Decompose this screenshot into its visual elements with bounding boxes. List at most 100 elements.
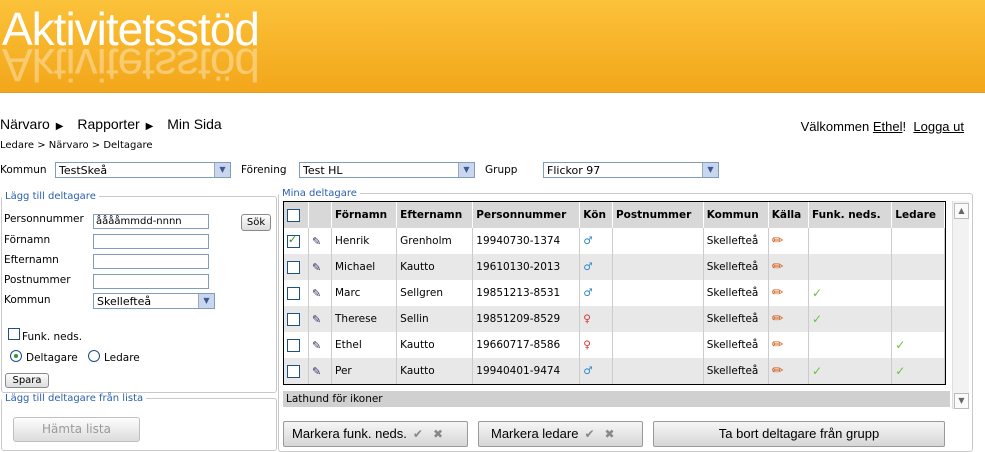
kommun-select[interactable]: Skellefteå ▼ <box>93 293 215 309</box>
fetch-list-button[interactable]: Hämta lista <box>13 417 140 442</box>
cell-postnummer <box>612 254 704 280</box>
kommun-filter-select[interactable]: TestSkeå ▼ <box>55 162 231 178</box>
col-fornamn[interactable]: Förnamn <box>331 202 398 228</box>
cell-efternamn: Sellin <box>396 306 474 332</box>
radio-ledare-label: Ledare <box>104 352 140 364</box>
radio-ledare[interactable] <box>88 350 100 362</box>
mark-ledare-button[interactable]: Markera ledare ✔ ✖ <box>478 421 643 447</box>
cell-kommun: Skellefteå <box>703 358 769 384</box>
pencil-icon[interactable]: ✎ <box>312 235 321 248</box>
personnummer-input[interactable]: ååååmmdd-nnnn <box>93 214 209 229</box>
participants-table: Förnamn Efternamn Personnummer Kön Postn… <box>283 201 946 385</box>
close-icon: ✖ <box>604 427 615 441</box>
row-checkbox[interactable] <box>287 260 300 274</box>
search-button[interactable]: Sök <box>241 214 271 231</box>
my-participants-legend: Mina deltagare <box>282 188 357 199</box>
nav-item-rapporter[interactable]: Rapporter <box>77 116 139 132</box>
mark-funk-button[interactable]: Markera funk. neds. ✔ ✖ <box>283 421 468 447</box>
pencil-icon[interactable]: ✎ <box>312 261 321 274</box>
pencil-source-icon: ✏ <box>771 259 784 275</box>
col-funk[interactable]: Funk. neds. <box>808 202 893 228</box>
col-efternamn[interactable]: Efternamn <box>396 202 474 228</box>
postnummer-input[interactable] <box>93 274 209 289</box>
row-checkbox[interactable] <box>287 364 300 378</box>
col-kalla[interactable]: Källa <box>768 202 809 228</box>
cell-kommun: Skellefteå <box>703 254 769 280</box>
nav-arrow-icon: ▶ <box>55 121 64 132</box>
select-all-checkbox[interactable] <box>287 208 300 222</box>
nav-item-narvaro[interactable]: Närvaro <box>0 116 50 132</box>
cell-efternamn: Sellgren <box>396 280 474 306</box>
cell-personnummer: 19851209-8529 <box>472 306 581 332</box>
nav-arrow-icon: ▶ <box>145 121 154 132</box>
scroll-up-icon[interactable]: ▲ <box>954 203 969 219</box>
col-postnummer[interactable]: Postnummer <box>612 202 704 228</box>
pencil-source-icon: ✏ <box>771 285 784 301</box>
cell-personnummer: 19610130-2013 <box>472 254 581 280</box>
table-scrollbar[interactable]: ▲ ▼ <box>952 201 969 409</box>
remove-participant-button[interactable]: Ta bort deltagare från grupp <box>653 421 945 447</box>
save-button[interactable]: Spara <box>5 373 49 388</box>
scroll-down-icon[interactable]: ▼ <box>954 393 969 409</box>
header-banner: Aktivitetsstöd Aktivitetsstöd <box>0 0 985 93</box>
nav-item-min-sida[interactable]: Min Sida <box>167 116 221 132</box>
female-icon: ♀ <box>583 313 591 325</box>
radio-deltagare-label: Deltagare <box>26 352 78 364</box>
cell-postnummer <box>612 306 704 332</box>
male-icon: ♂ <box>583 261 593 273</box>
cell-efternamn: Kautto <box>396 358 474 384</box>
app-logo-reflection: Aktivitetsstöd <box>2 39 259 91</box>
add-from-list-legend: Lägg till deltagare från lista <box>5 393 144 404</box>
col-kon[interactable]: Kön <box>579 202 613 228</box>
cell-fornamn: Henrik <box>331 228 398 254</box>
check-icon: ✓ <box>811 312 823 326</box>
pencil-icon[interactable]: ✎ <box>312 339 321 352</box>
forening-filter-select[interactable]: Test HL ▼ <box>299 162 475 178</box>
cell-postnummer <box>612 228 704 254</box>
female-icon: ♀ <box>583 339 591 351</box>
row-checkbox[interactable] <box>287 338 300 352</box>
icon-legend-bar[interactable]: Lathund för ikoner <box>283 391 950 407</box>
forening-filter-label: Förening <box>241 164 287 176</box>
cell-kommun: Skellefteå <box>703 228 769 254</box>
welcome-text: Välkommen Ethel! Logga ut <box>800 119 964 134</box>
male-icon: ♂ <box>583 235 593 247</box>
check-icon: ✓ <box>895 338 906 352</box>
cell-kommun: Skellefteå <box>703 280 769 306</box>
pencil-icon[interactable]: ✎ <box>312 365 321 378</box>
radio-deltagare[interactable] <box>10 350 22 362</box>
pencil-source-icon: ✏ <box>771 363 784 379</box>
efternamn-label: Efternamn <box>4 254 59 266</box>
fornamn-input[interactable] <box>93 234 209 249</box>
row-checkbox[interactable] <box>287 312 300 326</box>
logout-link[interactable]: Logga ut <box>913 119 964 134</box>
funk-neds-checkbox[interactable] <box>8 328 20 340</box>
row-checkbox[interactable] <box>287 286 300 300</box>
pencil-source-icon: ✏ <box>771 311 784 327</box>
personnummer-label: Personnummer <box>4 213 84 225</box>
cell-postnummer <box>612 280 704 306</box>
efternamn-input[interactable] <box>93 254 209 269</box>
grupp-filter-label: Grupp <box>485 164 518 176</box>
cell-kommun: Skellefteå <box>703 332 769 358</box>
pencil-icon[interactable]: ✎ <box>312 313 321 326</box>
pencil-source-icon: ✏ <box>771 337 784 353</box>
grupp-filter-select[interactable]: Flickor 97 ▼ <box>543 162 719 178</box>
col-kommun[interactable]: Kommun <box>703 202 769 228</box>
col-ledare[interactable]: Ledare <box>891 202 945 228</box>
row-checkbox[interactable] <box>287 233 300 248</box>
table-row: ✎ HenrikGrenholm19940730-1374♂ Skellefteå✏ <box>284 228 945 254</box>
table-row: ✎ Per Kautto 19940401-9474 ♂ Skellefteå ✏ ✓ ✓ <box>284 358 945 384</box>
cell-efternamn: Kautto <box>396 254 474 280</box>
funk-neds-label: Funk. neds. <box>22 331 83 343</box>
pencil-icon[interactable]: ✎ <box>312 287 321 300</box>
cell-personnummer: 19940730-1374 <box>472 228 581 254</box>
cell-efternamn: Grenholm <box>396 228 474 254</box>
col-personnummer[interactable]: Personnummer <box>472 202 581 228</box>
cell-personnummer: 19851213-8531 <box>472 280 581 306</box>
table-header-row: Förnamn Efternamn Personnummer Kön Postn… <box>284 202 945 228</box>
add-participant-legend: Lägg till deltagare <box>5 191 96 202</box>
user-link[interactable]: Ethel <box>873 119 903 134</box>
check-icon: ✓ <box>811 286 823 300</box>
main-nav: Närvaro ▶ Rapporter ▶ Min Sida <box>0 116 228 132</box>
